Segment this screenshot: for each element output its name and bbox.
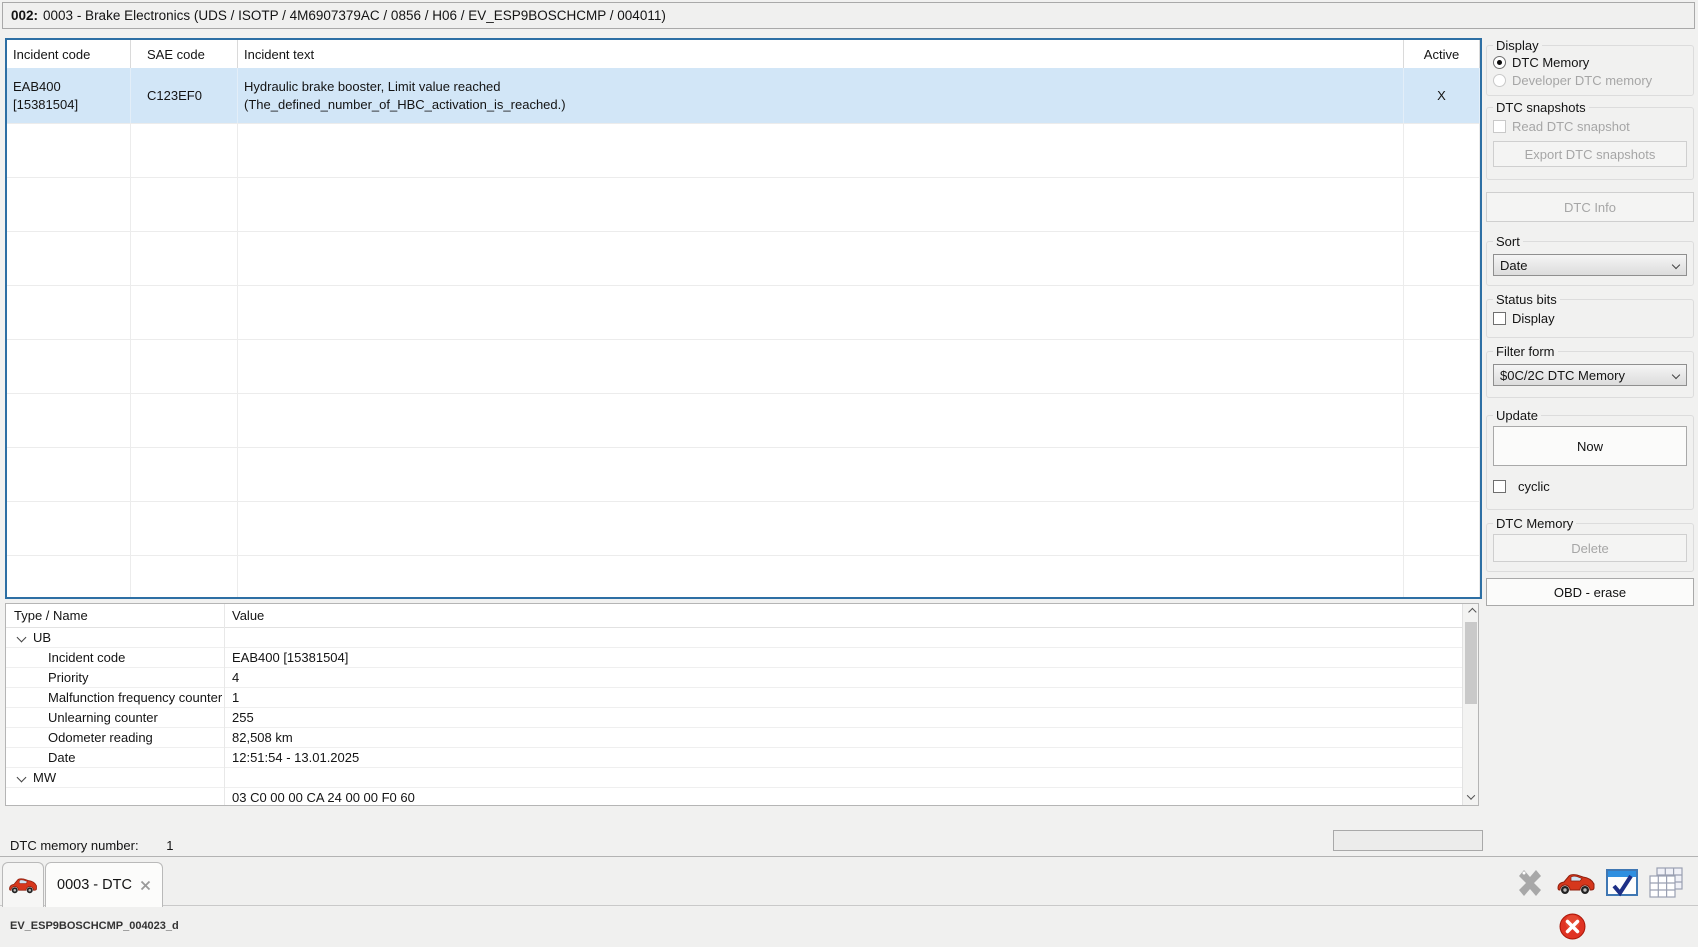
detail-row-incident-code[interactable]: Incident code EAB400 [15381504] [6, 648, 1478, 668]
dtc-memory-group: DTC Memory Delete [1486, 516, 1694, 572]
vehicle-icon[interactable] [1556, 870, 1596, 896]
dtc-table: Incident code SAE code Incident text Act… [5, 38, 1482, 599]
chevron-down-icon[interactable] [17, 632, 27, 642]
delete-button: Delete [1493, 534, 1687, 562]
close-icon[interactable] [140, 880, 151, 891]
dtc-memory-number-label: DTC memory number: [10, 838, 139, 853]
dtc-snapshots-label: DTC snapshots [1493, 100, 1589, 115]
dtc-info-button: DTC Info [1486, 192, 1694, 222]
detail-row-mw-hex[interactable]: 03 C0 00 00 CA 24 00 00 F0 60 [6, 788, 1478, 806]
dtc-table-header: Incident code SAE code Incident text Act… [7, 40, 1480, 68]
checkbox-read-dtc-snapshot: Read DTC snapshot [1493, 118, 1687, 135]
table-row-empty [7, 285, 1480, 339]
sort-dropdown[interactable]: Date [1493, 254, 1687, 276]
display-group: Display DTC Memory Developer DTC memory [1486, 38, 1694, 96]
table-row-empty [7, 231, 1480, 285]
scroll-up-icon[interactable] [1463, 604, 1479, 620]
filter-form-label: Filter form [1493, 344, 1558, 359]
scroll-down-icon[interactable] [1463, 789, 1479, 805]
column-header-active[interactable]: Active [1404, 40, 1480, 68]
cell-active: X [1404, 68, 1480, 123]
radio-unselected-icon [1493, 74, 1506, 87]
checkbox-icon[interactable] [1493, 480, 1506, 493]
cell-incident-code: EAB400 [15381504] [7, 68, 131, 123]
column-header-value[interactable]: Value [224, 608, 1478, 623]
tab-0003-dtc[interactable]: 0003 - DTC [45, 862, 163, 907]
update-now-button[interactable]: Now [1493, 426, 1687, 466]
display-group-label: Display [1493, 38, 1542, 53]
dtc-memory-label: DTC Memory [1493, 516, 1576, 531]
filter-form-dropdown[interactable]: $0C/2C DTC Memory [1493, 364, 1687, 386]
update-group: Update Now cyclic [1486, 408, 1694, 510]
table-row-empty [7, 501, 1480, 555]
cell-incident-text: Hydraulic brake booster, Limit value rea… [238, 68, 1404, 123]
radio-selected-icon[interactable] [1493, 56, 1506, 69]
detail-row-malfunction-counter[interactable]: Malfunction frequency counter 1 [6, 688, 1478, 708]
table-row-empty [7, 555, 1480, 599]
sort-group-label: Sort [1493, 234, 1523, 249]
update-group-label: Update [1493, 408, 1541, 423]
disconnect-x-icon[interactable] [1513, 866, 1547, 900]
table-row-selected[interactable]: EAB400 [15381504] C123EF0 Hydraulic brak… [7, 68, 1480, 123]
detail-row-odometer[interactable]: Odometer reading 82,508 km [6, 728, 1478, 748]
column-header-incident-text[interactable]: Incident text [238, 40, 1404, 68]
detail-row-unlearning-counter[interactable]: Unlearning counter 255 [6, 708, 1478, 728]
column-header-type-name[interactable]: Type / Name [6, 608, 224, 623]
obd-erase-button[interactable]: OBD - erase [1486, 578, 1694, 606]
table-row-empty [7, 393, 1480, 447]
status-text: EV_ESP9BOSCHCMP_004023_d [10, 920, 179, 932]
checkbox-icon[interactable] [1493, 312, 1506, 325]
filter-form-group: Filter form $0C/2C DTC Memory [1486, 344, 1694, 398]
chevron-down-icon [1672, 371, 1680, 379]
error-icon[interactable] [1559, 913, 1586, 940]
dtc-memory-number: DTC memory number: 1 [10, 838, 173, 853]
table-row-empty [7, 123, 1480, 177]
progress-bar [1333, 830, 1483, 851]
table-row-empty [7, 447, 1480, 501]
toolbar-icons [1513, 864, 1684, 902]
detail-table: Type / Name Value UB Incident code EAB40… [5, 603, 1479, 806]
cell-sae-code: C123EF0 [131, 68, 238, 123]
vehicle-tab[interactable] [2, 862, 44, 907]
checkbox-cyclic[interactable]: cyclic [1493, 478, 1687, 495]
title-prefix: 002: [11, 8, 38, 23]
column-header-sae-code[interactable]: SAE code [131, 40, 238, 68]
vehicle-icon [8, 875, 38, 895]
scrollbar-thumb[interactable] [1465, 622, 1477, 704]
grid-icon[interactable] [1648, 866, 1684, 900]
table-row-empty [7, 339, 1480, 393]
detail-row-date[interactable]: Date 12:51:54 - 13.01.2025 [6, 748, 1478, 768]
table-row-empty [7, 177, 1480, 231]
page-title: 0003 - Brake Electronics (UDS / ISOTP / … [43, 8, 666, 23]
sort-group: Sort Date [1486, 234, 1694, 286]
window-title-bar: 002: 0003 - Brake Electronics (UDS / ISO… [2, 2, 1695, 29]
dtc-snapshots-group: DTC snapshots Read DTC snapshot Export D… [1486, 100, 1694, 180]
window-check-icon[interactable] [1605, 866, 1639, 900]
radio-dtc-memory[interactable]: DTC Memory [1493, 54, 1687, 71]
status-bits-label: Status bits [1493, 292, 1560, 307]
column-header-incident-code[interactable]: Incident code [7, 40, 131, 68]
radio-developer-dtc-memory: Developer DTC memory [1493, 72, 1687, 89]
tab-bar: 0003 - DTC [0, 856, 1698, 906]
export-dtc-snapshots-button: Export DTC snapshots [1493, 141, 1687, 167]
detail-row-priority[interactable]: Priority 4 [6, 668, 1478, 688]
tree-row-ub[interactable]: UB [6, 628, 1478, 648]
tab-label: 0003 - DTC [57, 877, 132, 893]
chevron-down-icon [1672, 261, 1680, 269]
column-divider [224, 604, 225, 805]
checkbox-status-bits-display[interactable]: Display [1493, 310, 1687, 327]
detail-table-header: Type / Name Value [6, 604, 1478, 628]
status-bits-group: Status bits Display [1486, 292, 1694, 338]
status-bar: EV_ESP9BOSCHCMP_004023_d [0, 907, 1698, 947]
dtc-memory-number-value: 1 [166, 838, 173, 853]
vertical-scrollbar[interactable] [1462, 604, 1478, 805]
chevron-down-icon[interactable] [17, 772, 27, 782]
tree-row-mw[interactable]: MW [6, 768, 1478, 788]
checkbox-icon [1493, 120, 1506, 133]
